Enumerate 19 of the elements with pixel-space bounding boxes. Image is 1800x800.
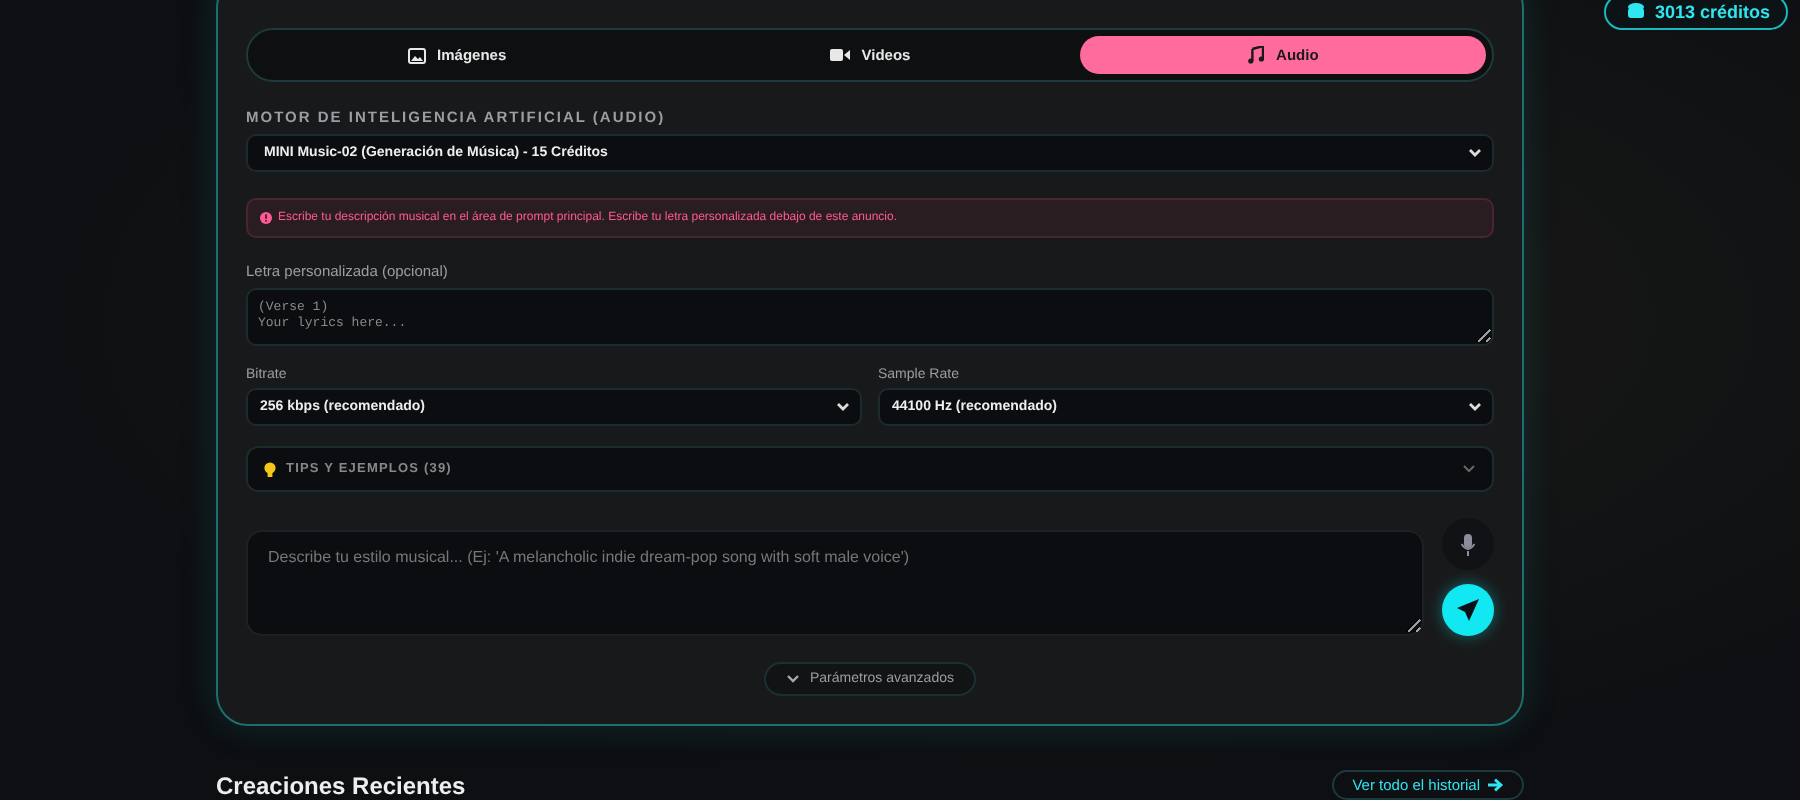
arrow-right-icon	[1488, 778, 1504, 792]
music-note-icon	[1248, 46, 1265, 64]
prompt-field[interactable]: Describe tu estilo musical... (Ej: 'A melancholic indie dream-pop song with soft male voice')	[246, 530, 1424, 636]
credits-badge[interactable]: 3013 créditos	[1604, 0, 1788, 30]
send-button[interactable]	[1442, 584, 1494, 636]
info-icon	[260, 212, 272, 225]
video-camera-icon	[829, 48, 850, 62]
image-icon	[407, 47, 426, 63]
chevron-down-icon	[1468, 148, 1482, 159]
chevron-down-icon	[1462, 464, 1476, 475]
lightbulb-icon	[264, 461, 276, 478]
coins-icon	[1626, 2, 1647, 22]
chevron-down-icon	[786, 674, 800, 684]
send-icon	[1456, 598, 1480, 622]
section-title: Creaciones Recientes	[216, 771, 466, 799]
microphone-icon	[1460, 533, 1476, 555]
microphone-button[interactable]	[1442, 518, 1494, 570]
chevron-down-icon	[1468, 402, 1482, 413]
chevron-down-icon	[836, 402, 850, 413]
